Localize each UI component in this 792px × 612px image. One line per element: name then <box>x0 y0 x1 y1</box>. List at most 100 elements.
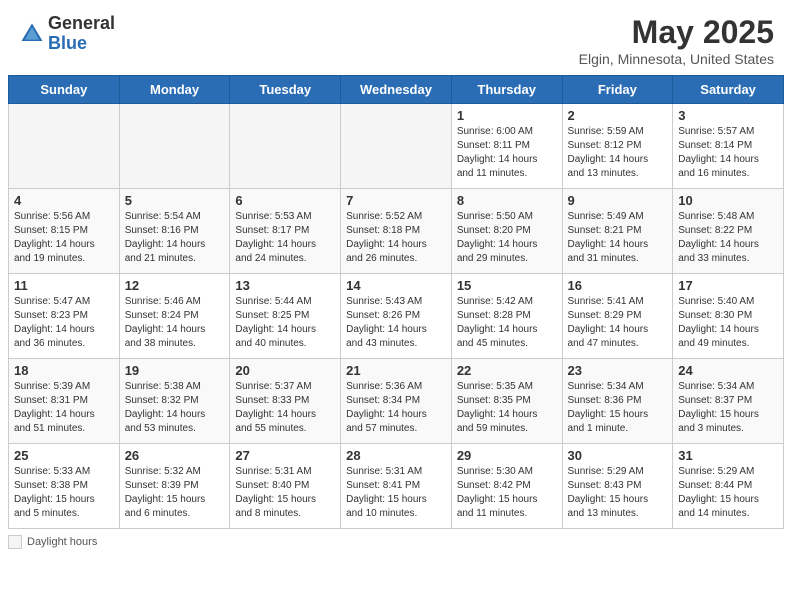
calendar-table: SundayMondayTuesdayWednesdayThursdayFrid… <box>8 75 784 529</box>
day-info: Sunrise: 5:42 AMSunset: 8:28 PMDaylight:… <box>457 295 557 351</box>
day-info: Sunrise: 5:54 AMSunset: 8:16 PMDaylight:… <box>125 210 225 266</box>
month-title: May 2025 <box>579 14 774 51</box>
day-cell: 29Sunrise: 5:30 AMSunset: 8:42 PMDayligh… <box>451 444 562 529</box>
day-number: 9 <box>568 193 668 208</box>
day-cell: 28 Sunrise: 5:31 AMSunset: 8:41 PMDayligh… <box>341 444 452 529</box>
legend-box <box>8 535 22 549</box>
day-info: Sunrise: 5:56 AMSunset: 8:15 PMDaylight:… <box>14 210 114 266</box>
day-cell: 15 Sunrise: 5:42 AMSunset: 8:28 PMDayligh… <box>451 274 562 359</box>
day-cell: 19 Sunrise: 5:38 AMSunset: 8:32 PMDayligh… <box>119 359 230 444</box>
day-cell: 8 Sunrise: 5:50 AMSunset: 8:20 PMDaylight… <box>451 189 562 274</box>
day-number: 21 <box>346 363 446 378</box>
weekday-header-sunday: Sunday <box>9 76 120 104</box>
day-number: 27 <box>235 448 335 463</box>
day-number: 8 <box>457 193 557 208</box>
weekday-header-wednesday: Wednesday <box>341 76 452 104</box>
day-info: Sunrise: 5:46 AMSunset: 8:24 PMDaylight:… <box>125 295 225 351</box>
day-info: Sunrise: 5:31 AMSunset: 8:40 PMDaylight:… <box>235 465 335 521</box>
day-info: Sunrise: 5:50 AMSunset: 8:20 PMDaylight:… <box>457 210 557 266</box>
day-number: 26 <box>125 448 225 463</box>
day-info: Sunrise: 5:53 AMSunset: 8:17 PMDaylight:… <box>235 210 335 266</box>
day-cell: 30 Sunrise: 5:29 AMSunset: 8:43 PMDayligh… <box>562 444 673 529</box>
day-info: Sunrise: 5:37 AMSunset: 8:33 PMDaylight:… <box>235 380 335 436</box>
day-info: Sunrise: 5:44 AMSunset: 8:25 PMDaylight:… <box>235 295 335 351</box>
day-number: 11 <box>14 278 114 293</box>
day-number: 28 <box>346 448 446 463</box>
day-number: 2 <box>568 108 668 123</box>
day-cell: 4 Sunrise: 5:56 AMSunset: 8:15 PMDaylight… <box>9 189 120 274</box>
logo: General Blue <box>18 14 115 54</box>
day-cell: 6 Sunrise: 5:53 AMSunset: 8:17 PMDaylight… <box>230 189 341 274</box>
day-number: 12 <box>125 278 225 293</box>
day-cell: 21 Sunrise: 5:36 AMSunset: 8:34 PMDayligh… <box>341 359 452 444</box>
day-cell: 24Sunrise: 5:34 AMSunset: 8:37 PMDayligh… <box>673 359 784 444</box>
day-info: Sunrise: 5:57 AMSunset: 8:14 PMDaylight:… <box>678 125 778 181</box>
day-info: Sunrise: 5:35 AMSunset: 8:35 PMDaylight:… <box>457 380 557 436</box>
day-cell: 23 Sunrise: 5:34 AMSunset: 8:36 PMDayligh… <box>562 359 673 444</box>
day-cell: 18 Sunrise: 5:39 AMSunset: 8:31 PMDayligh… <box>9 359 120 444</box>
day-cell: 13 Sunrise: 5:44 AMSunset: 8:25 PMDayligh… <box>230 274 341 359</box>
day-cell: 26 Sunrise: 5:32 AMSunset: 8:39 PMDayligh… <box>119 444 230 529</box>
day-number: 15 <box>457 278 557 293</box>
weekday-header-saturday: Saturday <box>673 76 784 104</box>
logo-blue-text: Blue <box>48 34 115 54</box>
day-number: 20 <box>235 363 335 378</box>
day-cell: 11 Sunrise: 5:47 AMSunset: 8:23 PMDayligh… <box>9 274 120 359</box>
day-number: 30 <box>568 448 668 463</box>
day-info: Sunrise: 5:47 AMSunset: 8:23 PMDaylight:… <box>14 295 114 351</box>
day-info: Sunrise: 5:33 AMSunset: 8:38 PMDaylight:… <box>14 465 114 521</box>
day-info: Sunrise: 5:36 AMSunset: 8:34 PMDaylight:… <box>346 380 446 436</box>
day-number: 13 <box>235 278 335 293</box>
day-info: Sunrise: 5:40 AMSunset: 8:30 PMDaylight:… <box>678 295 778 351</box>
day-cell: 1Sunrise: 6:00 AMSunset: 8:11 PMDaylight… <box>451 104 562 189</box>
day-number: 5 <box>125 193 225 208</box>
weekday-header-tuesday: Tuesday <box>230 76 341 104</box>
day-number: 4 <box>14 193 114 208</box>
day-cell <box>119 104 230 189</box>
day-cell: 2Sunrise: 5:59 AMSunset: 8:12 PMDaylight… <box>562 104 673 189</box>
logo-general-text: General <box>48 14 115 34</box>
week-row-1: 1Sunrise: 6:00 AMSunset: 8:11 PMDaylight… <box>9 104 784 189</box>
day-number: 23 <box>568 363 668 378</box>
day-number: 17 <box>678 278 778 293</box>
legend: Daylight hours <box>0 529 792 557</box>
day-info: Sunrise: 5:29 AMSunset: 8:43 PMDaylight:… <box>568 465 668 521</box>
day-info: Sunrise: 6:00 AMSunset: 8:11 PMDaylight:… <box>457 125 557 181</box>
day-number: 22 <box>457 363 557 378</box>
day-number: 19 <box>125 363 225 378</box>
day-info: Sunrise: 5:32 AMSunset: 8:39 PMDaylight:… <box>125 465 225 521</box>
day-info: Sunrise: 5:34 AMSunset: 8:36 PMDaylight:… <box>568 380 668 436</box>
day-number: 16 <box>568 278 668 293</box>
day-info: Sunrise: 5:43 AMSunset: 8:26 PMDaylight:… <box>346 295 446 351</box>
day-info: Sunrise: 5:49 AMSunset: 8:21 PMDaylight:… <box>568 210 668 266</box>
day-number: 18 <box>14 363 114 378</box>
day-number: 3 <box>678 108 778 123</box>
day-info: Sunrise: 5:41 AMSunset: 8:29 PMDaylight:… <box>568 295 668 351</box>
title-area: May 2025 Elgin, Minnesota, United States <box>579 14 774 67</box>
day-number: 31 <box>678 448 778 463</box>
day-cell: 17 Sunrise: 5:40 AMSunset: 8:30 PMDayligh… <box>673 274 784 359</box>
day-cell: 25Sunrise: 5:33 AMSunset: 8:38 PMDayligh… <box>9 444 120 529</box>
day-number: 7 <box>346 193 446 208</box>
day-cell: 9 Sunrise: 5:49 AMSunset: 8:21 PMDaylight… <box>562 189 673 274</box>
location: Elgin, Minnesota, United States <box>579 51 774 67</box>
weekday-header-thursday: Thursday <box>451 76 562 104</box>
day-info: Sunrise: 5:39 AMSunset: 8:31 PMDaylight:… <box>14 380 114 436</box>
weekday-header-friday: Friday <box>562 76 673 104</box>
day-info: Sunrise: 5:31 AMSunset: 8:41 PMDaylight:… <box>346 465 446 521</box>
day-info: Sunrise: 5:48 AMSunset: 8:22 PMDaylight:… <box>678 210 778 266</box>
day-cell: 20 Sunrise: 5:37 AMSunset: 8:33 PMDayligh… <box>230 359 341 444</box>
day-cell: 22 Sunrise: 5:35 AMSunset: 8:35 PMDayligh… <box>451 359 562 444</box>
day-info: Sunrise: 5:38 AMSunset: 8:32 PMDaylight:… <box>125 380 225 436</box>
day-cell: 10Sunrise: 5:48 AMSunset: 8:22 PMDayligh… <box>673 189 784 274</box>
day-number: 6 <box>235 193 335 208</box>
day-cell <box>9 104 120 189</box>
week-row-5: 25Sunrise: 5:33 AMSunset: 8:38 PMDayligh… <box>9 444 784 529</box>
day-number: 14 <box>346 278 446 293</box>
day-info: Sunrise: 5:29 AMSunset: 8:44 PMDaylight:… <box>678 465 778 521</box>
header: General Blue May 2025 Elgin, Minnesota, … <box>0 0 792 75</box>
day-cell: 16 Sunrise: 5:41 AMSunset: 8:29 PMDayligh… <box>562 274 673 359</box>
day-cell: 5 Sunrise: 5:54 AMSunset: 8:16 PMDaylight… <box>119 189 230 274</box>
week-row-4: 18 Sunrise: 5:39 AMSunset: 8:31 PMDayligh… <box>9 359 784 444</box>
day-cell <box>230 104 341 189</box>
